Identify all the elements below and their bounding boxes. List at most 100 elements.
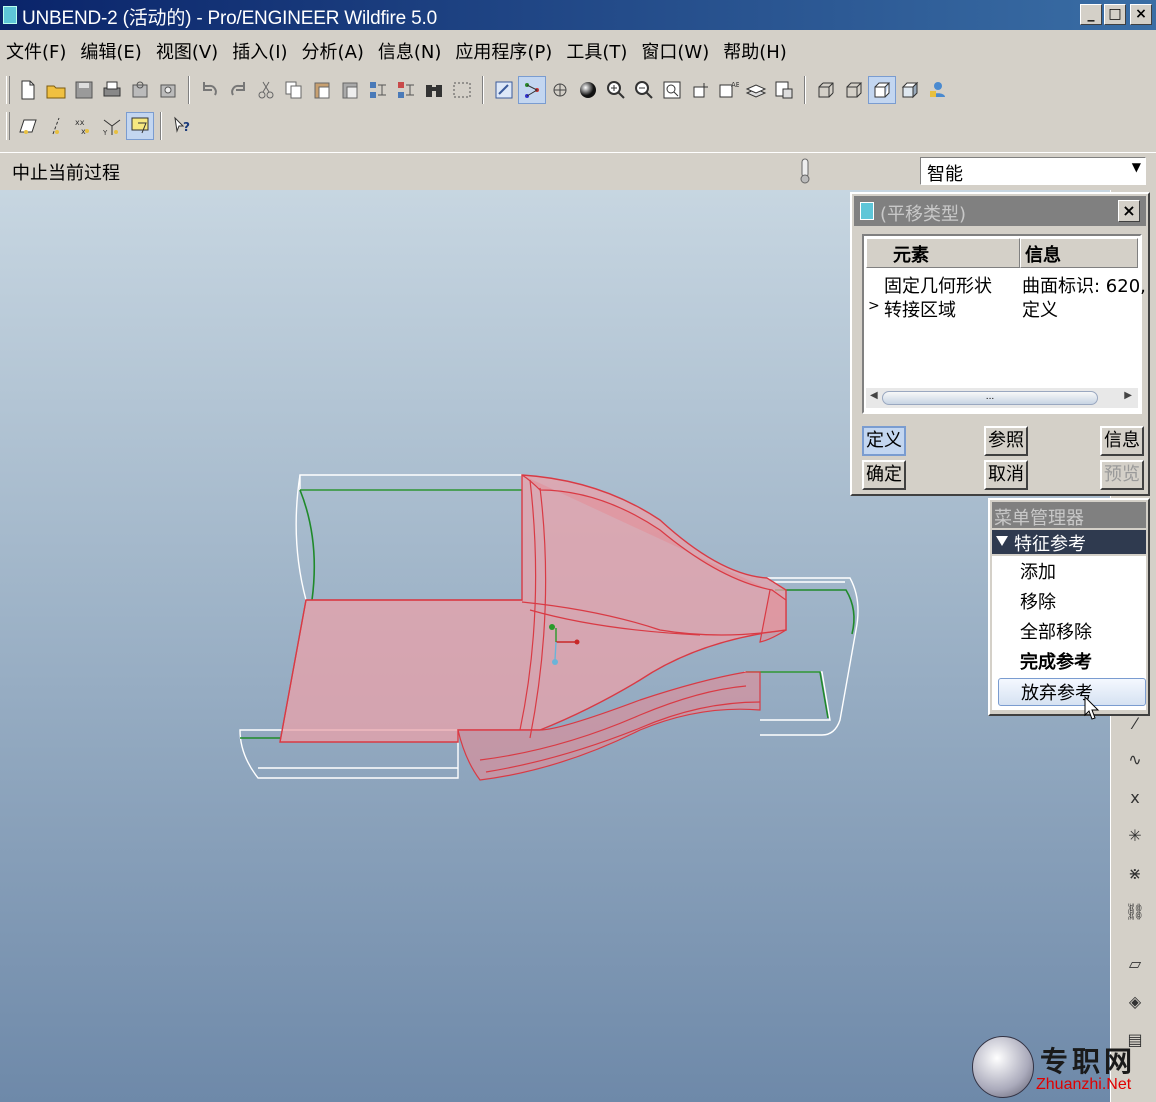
csys-tool-icon[interactable]: ✳ xyxy=(1121,822,1149,850)
scroll-right-icon[interactable]: ▶ xyxy=(1124,390,1132,401)
orient-icon[interactable] xyxy=(546,76,574,104)
row-element: 固定几何形状 xyxy=(884,276,992,297)
shading-icon[interactable] xyxy=(574,76,602,104)
selection-filter-dropdown[interactable]: 智能 ▼ xyxy=(920,157,1146,185)
copy-icon[interactable] xyxy=(280,76,308,104)
regenerate-icon[interactable] xyxy=(364,76,392,104)
column-header-element[interactable]: 元素 xyxy=(866,238,1020,268)
csys-icon[interactable]: Y xyxy=(98,112,126,140)
menu-manager-list: 添加 移除 全部移除 完成参考 放弃参考 xyxy=(992,556,1146,710)
column-header-info[interactable]: 信息 xyxy=(1020,238,1138,268)
hidden-line-icon[interactable] xyxy=(840,76,868,104)
mouse-cursor-icon xyxy=(1084,696,1100,720)
cut-icon[interactable] xyxy=(252,76,280,104)
toolbar-grip[interactable] xyxy=(6,112,10,140)
shaded-icon[interactable] xyxy=(896,76,924,104)
menu-manager-header[interactable]: 特征参考 xyxy=(992,530,1146,555)
analysis-icon[interactable]: ⋇ xyxy=(1121,860,1149,888)
info-button[interactable]: 信息 xyxy=(1100,426,1144,456)
horizontal-scrollbar[interactable]: ◀ ... ▶ xyxy=(866,388,1138,408)
undo-icon[interactable] xyxy=(196,76,224,104)
redraw-icon[interactable] xyxy=(490,76,518,104)
row-info: 定义 xyxy=(1022,300,1058,321)
menu-insert[interactable]: 插入(I) xyxy=(226,34,295,66)
paste-special-icon[interactable] xyxy=(336,76,364,104)
saved-views-icon[interactable]: AB xyxy=(714,76,742,104)
scroll-left-icon[interactable]: ◀ xyxy=(870,390,878,401)
appearance-icon[interactable] xyxy=(924,76,952,104)
curve-icon[interactable]: ∿ xyxy=(1121,746,1149,774)
chain-icon[interactable]: ⛓ xyxy=(1121,898,1149,926)
zoom-out-icon[interactable] xyxy=(630,76,658,104)
datum-axis-icon[interactable] xyxy=(42,112,70,140)
menu-manager-title: 菜单管理器 xyxy=(992,502,1146,529)
view-manager-icon[interactable] xyxy=(770,76,798,104)
ok-button[interactable]: 确定 xyxy=(862,460,906,490)
menu-manager-header-label: 特征参考 xyxy=(1014,534,1086,555)
minimize-button[interactable]: _ xyxy=(1080,4,1102,25)
scroll-thumb[interactable]: ... xyxy=(882,391,1098,405)
menu-help[interactable]: 帮助(H) xyxy=(717,34,795,66)
app-icon xyxy=(3,6,17,24)
datum-point-icon[interactable]: xx x xyxy=(70,112,98,140)
element-table: 元素 信息 固定几何形状 曲面标识: 620, > 转接区域 定义 ◀ ... … xyxy=(862,234,1146,414)
send-icon[interactable] xyxy=(126,76,154,104)
dialog-title: (平移类型) xyxy=(880,204,967,225)
toolbar-grip[interactable] xyxy=(6,76,10,104)
note-icon[interactable]: ▱ xyxy=(1121,950,1149,978)
redo-icon[interactable] xyxy=(224,76,252,104)
svg-text:Y: Y xyxy=(102,129,108,137)
svg-text:?: ? xyxy=(183,120,190,134)
view-orient-icon[interactable] xyxy=(686,76,714,104)
menu-file[interactable]: 文件(F) xyxy=(0,34,74,66)
menu-window[interactable]: 窗口(W) xyxy=(635,34,717,66)
menu-tools[interactable]: 工具(T) xyxy=(560,34,635,66)
zoom-in-icon[interactable] xyxy=(602,76,630,104)
dialog-title-bar[interactable]: (平移类型) × xyxy=(854,196,1146,226)
open-folder-icon[interactable] xyxy=(42,76,70,104)
symbol-icon[interactable]: ◈ xyxy=(1121,988,1149,1016)
define-button[interactable]: 定义 xyxy=(862,426,906,456)
menu-item-quit-refs[interactable]: 放弃参考 xyxy=(998,678,1146,706)
watermark-text: 专职网 xyxy=(1040,1045,1137,1078)
annotation-display-icon[interactable] xyxy=(126,112,154,140)
close-button[interactable]: × xyxy=(1130,4,1152,25)
select-box-icon[interactable] xyxy=(448,76,476,104)
send-icon-2[interactable] xyxy=(154,76,182,104)
spin-center-icon[interactable] xyxy=(518,76,546,104)
menu-view[interactable]: 视图(V) xyxy=(150,34,226,66)
message-bar: 中止当前过程 智能 ▼ xyxy=(0,152,1156,188)
toolbar-separator xyxy=(160,112,162,140)
window-title: UNBEND-2 (活动的) - Pro/ENGINEER Wildfire 5… xyxy=(22,8,437,29)
datum-point-tool-icon[interactable]: ⅹ xyxy=(1121,784,1149,812)
title-bar: UNBEND-2 (活动的) - Pro/ENGINEER Wildfire 5… xyxy=(0,0,1156,30)
dialog-icon xyxy=(860,202,874,220)
print-icon[interactable] xyxy=(98,76,126,104)
paste-icon[interactable] xyxy=(308,76,336,104)
menu-item-remove-all[interactable]: 全部移除 xyxy=(1020,618,1092,644)
menu-item-remove[interactable]: 移除 xyxy=(1020,588,1056,614)
no-hidden-icon[interactable] xyxy=(868,76,896,104)
refit-icon[interactable] xyxy=(658,76,686,104)
save-icon[interactable] xyxy=(70,76,98,104)
menu-analysis[interactable]: 分析(A) xyxy=(296,34,372,66)
cancel-button[interactable]: 取消 xyxy=(984,460,1028,490)
references-button[interactable]: 参照 xyxy=(984,426,1028,456)
toolbar-separator xyxy=(482,76,484,104)
maximize-button[interactable]: □ xyxy=(1104,4,1126,25)
whats-this-icon[interactable]: ? xyxy=(168,112,196,140)
preview-button: 预览 xyxy=(1100,460,1144,490)
menu-item-add[interactable]: 添加 xyxy=(1020,558,1056,584)
find-icon[interactable] xyxy=(420,76,448,104)
wireframe-icon[interactable] xyxy=(812,76,840,104)
datum-plane-icon[interactable] xyxy=(14,112,42,140)
menu-info[interactable]: 信息(N) xyxy=(372,34,450,66)
menu-applications[interactable]: 应用程序(P) xyxy=(449,34,560,66)
dialog-close-button[interactable]: × xyxy=(1118,200,1140,222)
layers-icon[interactable] xyxy=(742,76,770,104)
menu-edit[interactable]: 编辑(E) xyxy=(74,34,149,66)
regen-manager-icon[interactable] xyxy=(392,76,420,104)
menu-item-done-refs[interactable]: 完成参考 xyxy=(1020,648,1092,674)
new-file-icon[interactable] xyxy=(14,76,42,104)
row-marker: > xyxy=(868,298,880,314)
